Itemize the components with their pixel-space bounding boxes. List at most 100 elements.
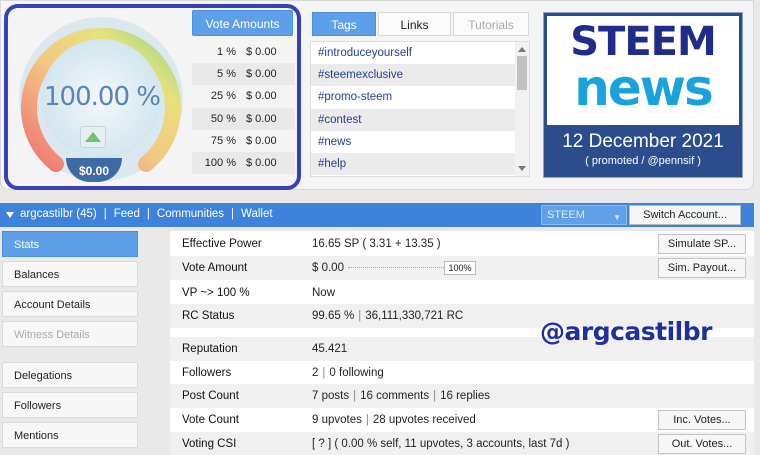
simulate-sp-button[interactable]: Simulate SP... xyxy=(658,234,746,254)
sidebar-item-mentions[interactable]: Mentions xyxy=(2,422,138,448)
vote-pct: 100 % xyxy=(204,156,236,169)
vote-amount-row: 50 % $ 0.00 xyxy=(192,107,295,130)
upvotes-received: 28 upvotes received xyxy=(372,414,476,426)
tag-link[interactable]: #promo-steem xyxy=(311,86,515,108)
currency-value: STEEM xyxy=(547,209,585,221)
scrollbar-thumb[interactable] xyxy=(517,56,527,90)
vote-amounts-list: 1 % $ 0.00 5 % $ 0.00 25 % $ 0.00 50 % $ 0.0… xyxy=(192,41,295,175)
sidebar-item-delegations[interactable]: Delegations xyxy=(2,362,138,388)
stat-value: 2 | 0 following xyxy=(312,367,384,379)
stat-label: Vote Count xyxy=(182,414,239,426)
switch-account-button[interactable]: Switch Account... xyxy=(629,205,741,225)
voting-csi-value: [ ? ] ( 0.00 % self, 11 upvotes, 3 accou… xyxy=(312,438,570,450)
vote-val: $ 0.00 xyxy=(246,134,277,147)
separator: | xyxy=(365,414,369,426)
stat-row-vote-count: Vote Count 9 upvotes | 28 upvotes received… xyxy=(170,408,754,432)
nav-communities[interactable]: Communities xyxy=(157,208,224,220)
separator: | xyxy=(353,390,357,402)
separator: | xyxy=(103,208,107,220)
account-name[interactable]: argcastilbr (45) xyxy=(20,208,97,220)
sidebar-item-stats[interactable]: Stats xyxy=(2,231,138,257)
vote-amount-row: 100 % $ 0.00 xyxy=(192,151,295,175)
followers-count: 2 xyxy=(312,367,319,379)
vote-amounts-button[interactable]: Vote Amounts xyxy=(192,10,293,36)
increase-vote-button[interactable] xyxy=(80,126,106,148)
vote-pct: 75 % xyxy=(210,134,236,147)
sidebar-item-followers[interactable]: Followers xyxy=(2,392,138,418)
tab-tutorials[interactable]: Tutorials xyxy=(453,12,529,36)
stat-label: Voting CSI xyxy=(182,438,237,450)
caret-down-icon[interactable] xyxy=(6,212,14,218)
vote-weight-handle[interactable]: 100% xyxy=(444,261,476,275)
stat-row-post-count: Post Count 7 posts | 16 comments | 16 replie… xyxy=(170,384,754,408)
tag-link[interactable]: #steemexclusive xyxy=(311,64,515,87)
tag-list: #introduceyourself #steemexclusive #prom… xyxy=(310,41,530,177)
stat-row-vp: VP ~> 100 % Now xyxy=(170,281,754,305)
separator: | xyxy=(433,390,437,402)
vote-pct: 1 % xyxy=(217,46,236,58)
tag-tabs: Tags Links Tutorials xyxy=(312,12,531,36)
posts-count: 7 posts xyxy=(312,390,350,402)
vote-val: $ 0.00 xyxy=(246,68,277,81)
stat-row-effective-power: Effective Power 16.65 SP ( 3.31 + 13.35 … xyxy=(170,232,754,256)
stat-value: 99.65 % | 36,111,330,721 RC xyxy=(312,310,463,322)
scroll-up-icon[interactable] xyxy=(518,47,526,52)
stat-label: RC Status xyxy=(182,310,235,322)
vote-pct: 25 % xyxy=(210,90,236,103)
nav-feed[interactable]: Feed xyxy=(114,208,140,220)
stat-label: Post Count xyxy=(182,390,239,402)
following-count: 0 following xyxy=(329,367,384,379)
stat-value: 16.65 SP ( 3.31 + 13.35 ) xyxy=(312,238,441,250)
tag-link[interactable]: #contest xyxy=(311,108,515,131)
rc-percent: 99.65 % xyxy=(312,310,355,322)
account-bar: argcastilbr (45) | Feed | Communities | … xyxy=(0,203,754,227)
scroll-down-icon[interactable] xyxy=(518,166,526,171)
inc-votes-button[interactable]: Inc. Votes... xyxy=(658,410,746,430)
stat-row-voting-csi: Voting CSI [ ? ] ( 0.00 % self, 11 upvot… xyxy=(170,432,754,455)
separator: | xyxy=(231,208,235,220)
currency-select[interactable]: STEEM ▼ xyxy=(541,205,627,225)
stat-label: Followers xyxy=(182,367,232,379)
vote-val: $ 0.00 xyxy=(246,90,277,103)
tab-links[interactable]: Links xyxy=(378,12,451,36)
separator: | xyxy=(322,367,326,379)
tag-link[interactable]: #introduceyourself xyxy=(311,42,515,64)
news-promo: ( promoted / @pennsif ) xyxy=(585,155,701,167)
vote-amount-row: 25 % $ 0.00 xyxy=(192,85,295,107)
tag-link[interactable]: #help xyxy=(311,152,515,176)
nav-wallet[interactable]: Wallet xyxy=(241,208,273,220)
vp-value: Now xyxy=(312,287,336,299)
sidebar-item-balances[interactable]: Balances xyxy=(2,261,138,287)
gauge-percent: 100.00 % xyxy=(44,82,161,112)
rc-amount: 36,111,330,721 RC xyxy=(365,310,464,322)
arrow-up-icon xyxy=(85,132,101,142)
stat-label: Vote Amount xyxy=(182,262,248,274)
upvotes-count: 9 upvotes xyxy=(312,414,362,426)
username-overlay: @argcastilbr xyxy=(540,317,712,346)
dropdown-icon: ▼ xyxy=(613,213,621,222)
account-nav: argcastilbr (45) | Feed | Communities | … xyxy=(20,208,273,220)
reputation-value: 45.421 xyxy=(312,343,348,355)
vote-pct: 5 % xyxy=(217,68,236,81)
sidebar-item-account-details[interactable]: Account Details xyxy=(2,291,138,317)
vote-amount-row: 5 % $ 0.00 xyxy=(192,63,295,86)
sim-payout-button[interactable]: Sim. Payout... xyxy=(658,258,746,278)
stat-row-vote-amount: Vote Amount $ 0.00 100% Sim. Payout... xyxy=(170,256,754,280)
vote-val: $ 0.00 xyxy=(246,156,277,169)
tag-list-scrollbar[interactable] xyxy=(515,42,529,176)
tag-link[interactable]: #news xyxy=(311,131,515,153)
vote-amount-row: 1 % $ 0.00 xyxy=(192,41,295,63)
top-panel: 100.00 % $0.00 Vote Amounts 1 % $ 0.00 5 … xyxy=(0,0,754,190)
sidebar-item-witness-details[interactable]: Witness Details xyxy=(2,321,138,347)
stat-label: Reputation xyxy=(182,343,238,355)
vote-weight-slider[interactable] xyxy=(348,267,444,268)
stat-row-followers: Followers 2 | 0 following xyxy=(170,361,754,385)
vote-amount-row: 75 % $ 0.00 xyxy=(192,130,295,152)
stat-label: Effective Power xyxy=(182,238,262,250)
steem-news-banner[interactable]: STEEM news 12 December 2021 ( promoted /… xyxy=(543,12,743,178)
out-votes-button[interactable]: Out. Votes... xyxy=(658,434,746,454)
steem-news-logo: STEEM news xyxy=(544,13,742,125)
tab-tags[interactable]: Tags xyxy=(312,12,376,36)
news-logo-news: news xyxy=(574,59,713,117)
vote-val: $ 0.00 xyxy=(246,46,277,58)
